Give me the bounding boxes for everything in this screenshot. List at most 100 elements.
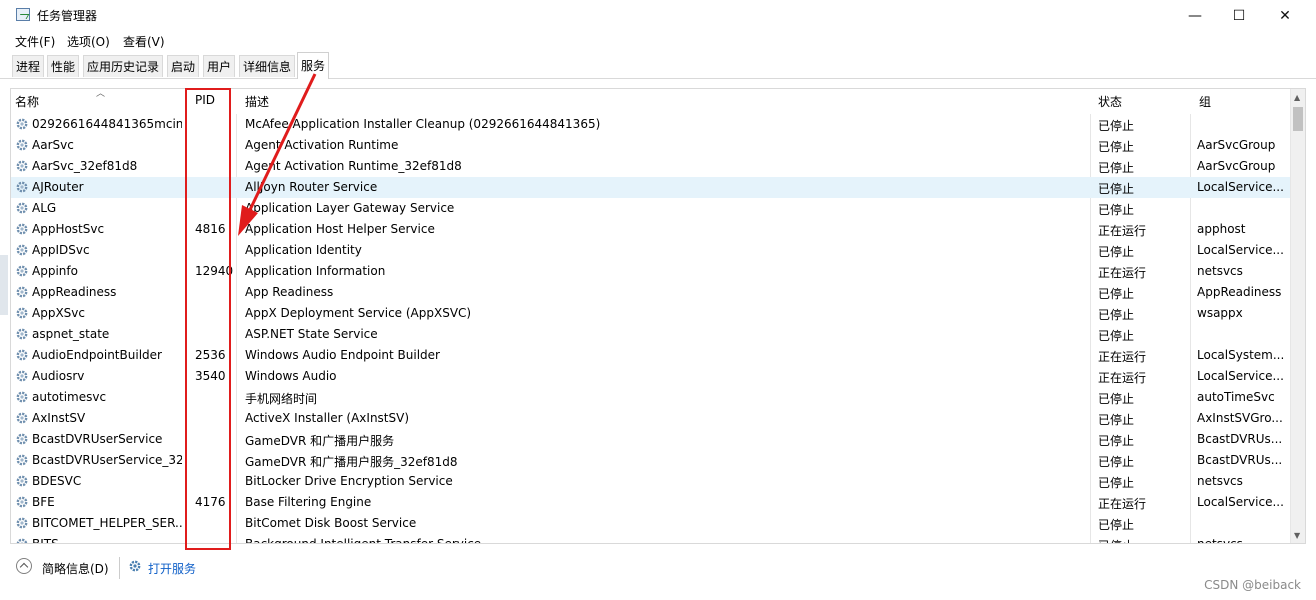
service-name-cell: AarSvc [32,138,74,152]
service-name-cell: autotimesvc [32,390,107,404]
brief-info-button[interactable]: 简略信息(D) [42,560,109,577]
service-name-cell: Audiosrv [32,369,85,383]
column-header-status[interactable]: 状态 [1098,93,1122,110]
service-description-cell: Application Layer Gateway Service [245,201,455,215]
service-description-cell: AppX Deployment Service (AppXSVC) [245,306,472,320]
service-description-cell: Windows Audio Endpoint Builder [245,348,440,362]
service-status-cell: 已停止 [1098,287,1135,301]
service-status-cell: 正在运行 [1098,371,1147,385]
service-group-cell: apphost [1197,222,1246,236]
service-status-cell: 已停止 [1098,329,1135,343]
service-status-cell: 已停止 [1098,119,1135,133]
service-description-cell: BitLocker Drive Encryption Service [245,474,453,488]
tab-startup[interactable]: 启动 [167,55,200,77]
service-group-cell: autoTimeSvc [1197,390,1275,404]
service-status-cell: 已停止 [1098,434,1135,448]
open-services-link[interactable]: 打开服务 [148,560,196,577]
service-status-cell: 已停止 [1098,413,1135,427]
service-gear-icon [15,348,29,362]
column-header-description[interactable]: 描述 [245,93,269,110]
service-group-cell: AxInstSVGro... [1197,411,1283,425]
service-name-cell: BDESVC [32,474,82,488]
title-bar[interactable]: 任务管理器 — ☐ ✕ [0,0,1316,31]
task-manager-window: 任务管理器 — ☐ ✕ 文件(F) 选项(O) 查看(V) 进程 性能 应用历史… [0,0,1316,600]
service-name-cell: BcastDVRUserService [32,432,163,446]
service-name-cell: aspnet_state [32,327,110,341]
service-description-cell: GameDVR 和广播用户服务_32ef81d8 [245,455,458,469]
service-description-cell: BitComet Disk Boost Service [245,516,417,530]
service-status-cell: 已停止 [1098,140,1135,154]
service-gear-icon [15,243,29,257]
maximize-button[interactable]: ☐ [1216,0,1262,31]
service-status-cell: 已停止 [1098,518,1135,532]
service-description-cell: Agent Activation Runtime_32ef81d8 [245,159,462,173]
service-group-cell: LocalService... [1197,369,1284,383]
vertical-scrollbar[interactable]: ▲ ▼ [1290,89,1305,543]
service-gear-icon [15,516,29,530]
service-group-cell: BcastDVRUs... [1197,432,1283,446]
service-gear-icon [15,117,29,131]
service-group-cell: AppReadiness [1197,285,1282,299]
service-group-cell: wsappx [1197,306,1243,320]
service-name-cell: AJRouter [32,180,84,194]
tab-bar: 进程 性能 应用历史记录 启动 用户 详细信息 服务 [0,51,1316,79]
service-gear-icon [15,369,29,383]
scroll-up-arrow-icon[interactable]: ▲ [1294,93,1300,102]
service-group-cell: LocalService... [1197,180,1284,194]
service-group-cell: LocalSystem... [1197,348,1285,362]
service-name-cell: BFE [32,495,55,509]
service-description-cell: 手机网络时间 [245,392,318,406]
close-button[interactable]: ✕ [1262,0,1308,31]
menu-file[interactable]: 文件(F) [15,33,55,50]
collapse-chevron-icon[interactable] [16,558,32,574]
service-name-cell: BITS [32,537,59,544]
pid-column-highlight-box [185,88,231,550]
tab-users[interactable]: 用户 [203,55,236,77]
service-description-cell: Application Identity [245,243,362,257]
service-status-cell: 已停止 [1098,476,1135,490]
service-status-cell: 已停止 [1098,203,1135,217]
service-status-cell: 已停止 [1098,182,1135,196]
service-gear-icon [15,327,29,341]
service-gear-icon [15,411,29,425]
service-status-cell: 已停止 [1098,308,1135,322]
tab-details[interactable]: 详细信息 [239,55,296,77]
service-description-cell: Application Host Helper Service [245,222,435,236]
service-group-cell: LocalService... [1197,243,1284,257]
service-description-cell: Background Intelligent Transfer Service [245,537,482,544]
service-gear-icon [15,453,29,467]
tab-performance[interactable]: 性能 [47,55,80,77]
column-header-group[interactable]: 组 [1199,93,1211,110]
service-gear-icon [15,264,29,278]
service-description-cell: ASP.NET State Service [245,327,378,341]
scrollbar-thumb[interactable] [1293,107,1303,131]
tab-processes[interactable]: 进程 [12,55,45,77]
sort-ascending-icon: ︿ [96,89,106,99]
service-name-cell: 0292661644841365mcins... [32,117,182,131]
tab-services[interactable]: 服务 [297,52,330,79]
service-group-cell: netsvcs [1197,537,1243,544]
menu-view[interactable]: 查看(V) [123,33,165,50]
service-description-cell: Windows Audio [245,369,337,383]
service-description-cell: ActiveX Installer (AxInstSV) [245,411,410,425]
service-gear-icon [15,432,29,446]
service-gear-icon [15,201,29,215]
service-name-cell: AppXSvc [32,306,85,320]
service-gear-icon [15,390,29,404]
menu-options[interactable]: 选项(O) [67,33,110,50]
service-status-cell: 已停止 [1098,537,1188,543]
service-status-cell: 正在运行 [1098,350,1147,364]
scroll-down-arrow-icon[interactable]: ▼ [1294,531,1300,540]
minimize-button[interactable]: — [1172,0,1218,31]
service-status-cell: 已停止 [1098,392,1135,406]
service-name-cell: AxInstSV [32,411,86,425]
service-name-cell: BcastDVRUserService_32... [32,453,182,467]
column-header-name[interactable]: 名称 [15,93,39,110]
service-status-cell: 已停止 [1098,245,1135,259]
service-name-cell: Appinfo [32,264,78,278]
tab-app-history[interactable]: 应用历史记录 [83,55,164,77]
service-name-cell: ALG [32,201,57,215]
service-gear-icon [15,138,29,152]
service-name-cell: AppHostSvc [32,222,105,236]
service-group-cell: AarSvcGroup [1197,159,1276,173]
